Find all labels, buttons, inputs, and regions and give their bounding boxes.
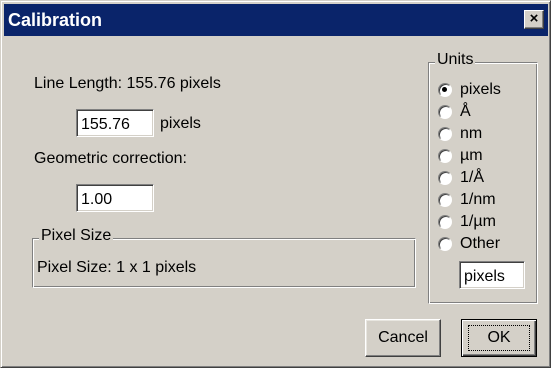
radio-button[interactable]	[438, 127, 452, 141]
radio-label: pixels	[460, 81, 501, 98]
radio-label: nm	[460, 125, 483, 142]
calibration-dialog: Calibration × Line Length: 155.76 pixels…	[0, 0, 551, 368]
close-button[interactable]: ×	[524, 10, 544, 29]
radio-button[interactable]	[438, 105, 452, 119]
ok-button[interactable]: OK	[461, 319, 537, 357]
radio-button[interactable]	[438, 237, 452, 251]
radio-label: Å	[460, 103, 471, 120]
radio-button[interactable]	[438, 193, 452, 207]
radio-label: 1/Å	[460, 169, 485, 186]
other-unit-input[interactable]	[459, 261, 525, 289]
close-icon: ×	[529, 10, 539, 27]
geometric-correction-label: Geometric correction:	[34, 150, 187, 167]
pixel-size-group-label: Pixel Size	[39, 227, 114, 245]
radio-label: 1/µm	[460, 213, 496, 230]
radio-button[interactable]	[438, 215, 452, 229]
radio-label: Other	[460, 235, 501, 252]
ok-button-label: OK	[487, 329, 511, 346]
cancel-button-label: Cancel	[378, 329, 428, 346]
radio-label: 1/nm	[460, 191, 496, 208]
line-length-input[interactable]	[76, 109, 154, 137]
title-bar[interactable]: Calibration ×	[4, 4, 548, 36]
cancel-button[interactable]: Cancel	[365, 319, 441, 357]
line-length-label: Line Length: 155.76 pixels	[34, 75, 221, 92]
geometric-correction-input[interactable]	[76, 184, 154, 212]
line-length-unit-label: pixels	[160, 115, 201, 132]
radio-button[interactable]	[438, 83, 452, 97]
window-title: Calibration	[8, 10, 103, 30]
radio-button[interactable]	[438, 149, 452, 163]
radio-label: µm	[460, 147, 483, 164]
radio-button[interactable]	[438, 171, 452, 185]
pixel-size-text: Pixel Size: 1 x 1 pixels	[37, 259, 197, 276]
units-group-label: Units	[435, 51, 476, 69]
